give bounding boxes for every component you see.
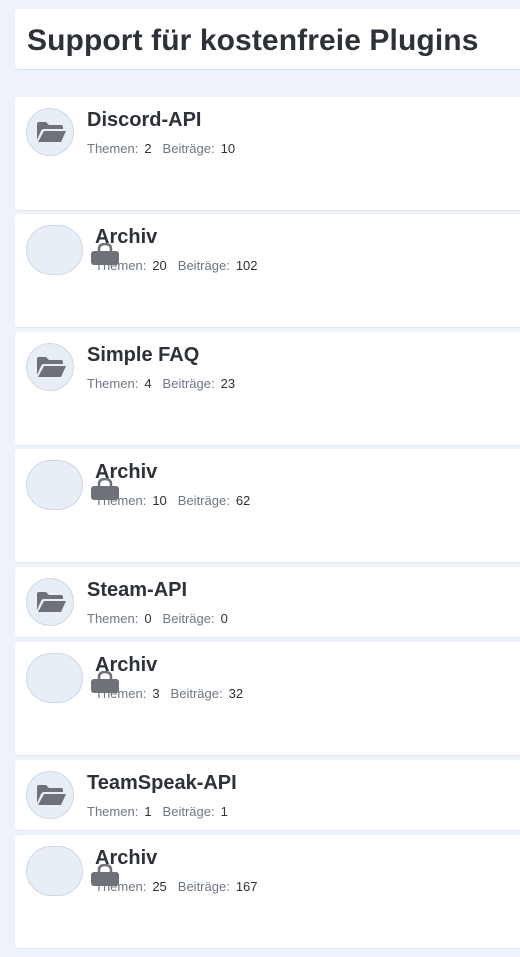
forum-icon-circle [26, 846, 83, 896]
topics-count: 1 [144, 804, 152, 819]
forum-stats: Themen: 25 Beiträge: 167 [95, 880, 269, 893]
posts-label: Beiträge: [177, 493, 230, 508]
topics-count: 3 [152, 686, 160, 701]
forum-stats: Themen: 20 Beiträge: 102 [95, 259, 269, 272]
topics-count: 0 [144, 611, 152, 626]
forum-card-steam-api: Steam-API Themen: 0 Beiträge: 0 [15, 567, 520, 638]
lock-icon [91, 671, 119, 693]
posts-count: 32 [228, 686, 244, 701]
forum-icon-circle [26, 578, 74, 626]
posts-label: Beiträge: [162, 141, 215, 156]
forum-link[interactable]: TeamSpeak-API [87, 772, 237, 794]
posts-count: 102 [235, 258, 258, 273]
forum-card-archiv: Archiv Themen: 20 Beiträge: 102 [15, 214, 520, 328]
topics-count: 10 [152, 493, 167, 508]
forum-link[interactable]: Steam-API [87, 579, 187, 601]
forum-stats: Themen: 10 Beiträge: 62 [95, 494, 261, 507]
posts-label: Beiträge: [177, 258, 230, 273]
forum-card-archiv: Archiv Themen: 25 Beiträge: 167 [15, 835, 520, 949]
forum-card-teamspeak-api: TeamSpeak-API Themen: 1 Beiträge: 1 [15, 760, 520, 831]
forum-stats: Themen: 1 Beiträge: 1 [87, 805, 239, 818]
folder-open-icon [37, 122, 66, 142]
forum-icon-circle [26, 343, 74, 391]
topics-count: 4 [144, 376, 152, 391]
posts-label: Beiträge: [170, 686, 223, 701]
lock-icon [91, 864, 119, 886]
forum-icon-circle [26, 225, 83, 275]
forum-list: Discord-API Themen: 2 Beiträge: 10 Archiv T… [0, 0, 520, 957]
posts-count: 10 [220, 141, 236, 156]
topics-count: 20 [152, 258, 167, 273]
folder-open-icon [37, 357, 66, 377]
topics-count: 25 [152, 879, 167, 894]
forum-icon-circle [26, 653, 83, 703]
topics-label: Themen: [87, 141, 139, 156]
forum-stats: Themen: 4 Beiträge: 23 [87, 377, 246, 390]
topics-label: Themen: [87, 611, 139, 626]
forum-icon-circle [26, 460, 83, 510]
folder-open-icon [37, 785, 66, 805]
topics-label: Themen: [87, 376, 139, 391]
posts-label: Beiträge: [177, 879, 230, 894]
lock-icon [91, 478, 119, 500]
forum-card-simple-faq: Simple FAQ Themen: 4 Beiträge: 23 [15, 332, 520, 446]
forum-link[interactable]: Discord-API [87, 109, 201, 131]
posts-label: Beiträge: [162, 804, 215, 819]
posts-label: Beiträge: [162, 611, 215, 626]
folder-open-icon [37, 592, 66, 612]
topics-count: 2 [144, 141, 152, 156]
forum-stats: Themen: 2 Beiträge: 10 [87, 142, 246, 155]
posts-count: 1 [220, 804, 228, 819]
forum-icon-circle [26, 771, 74, 819]
posts-count: 23 [220, 376, 236, 391]
posts-count: 167 [235, 879, 258, 894]
forum-icon-circle [26, 108, 74, 156]
forum-link[interactable]: Simple FAQ [87, 344, 199, 366]
topics-label: Themen: [87, 804, 139, 819]
posts-label: Beiträge: [162, 376, 215, 391]
posts-count: 0 [220, 611, 228, 626]
forum-card-archiv: Archiv Themen: 10 Beiträge: 62 [15, 449, 520, 563]
forum-stats: Themen: 0 Beiträge: 0 [87, 612, 239, 625]
forum-card-archiv: Archiv Themen: 3 Beiträge: 32 [15, 642, 520, 756]
lock-icon [91, 243, 119, 265]
posts-count: 62 [235, 493, 251, 508]
forum-card-discord-api: Discord-API Themen: 2 Beiträge: 10 [15, 97, 520, 211]
